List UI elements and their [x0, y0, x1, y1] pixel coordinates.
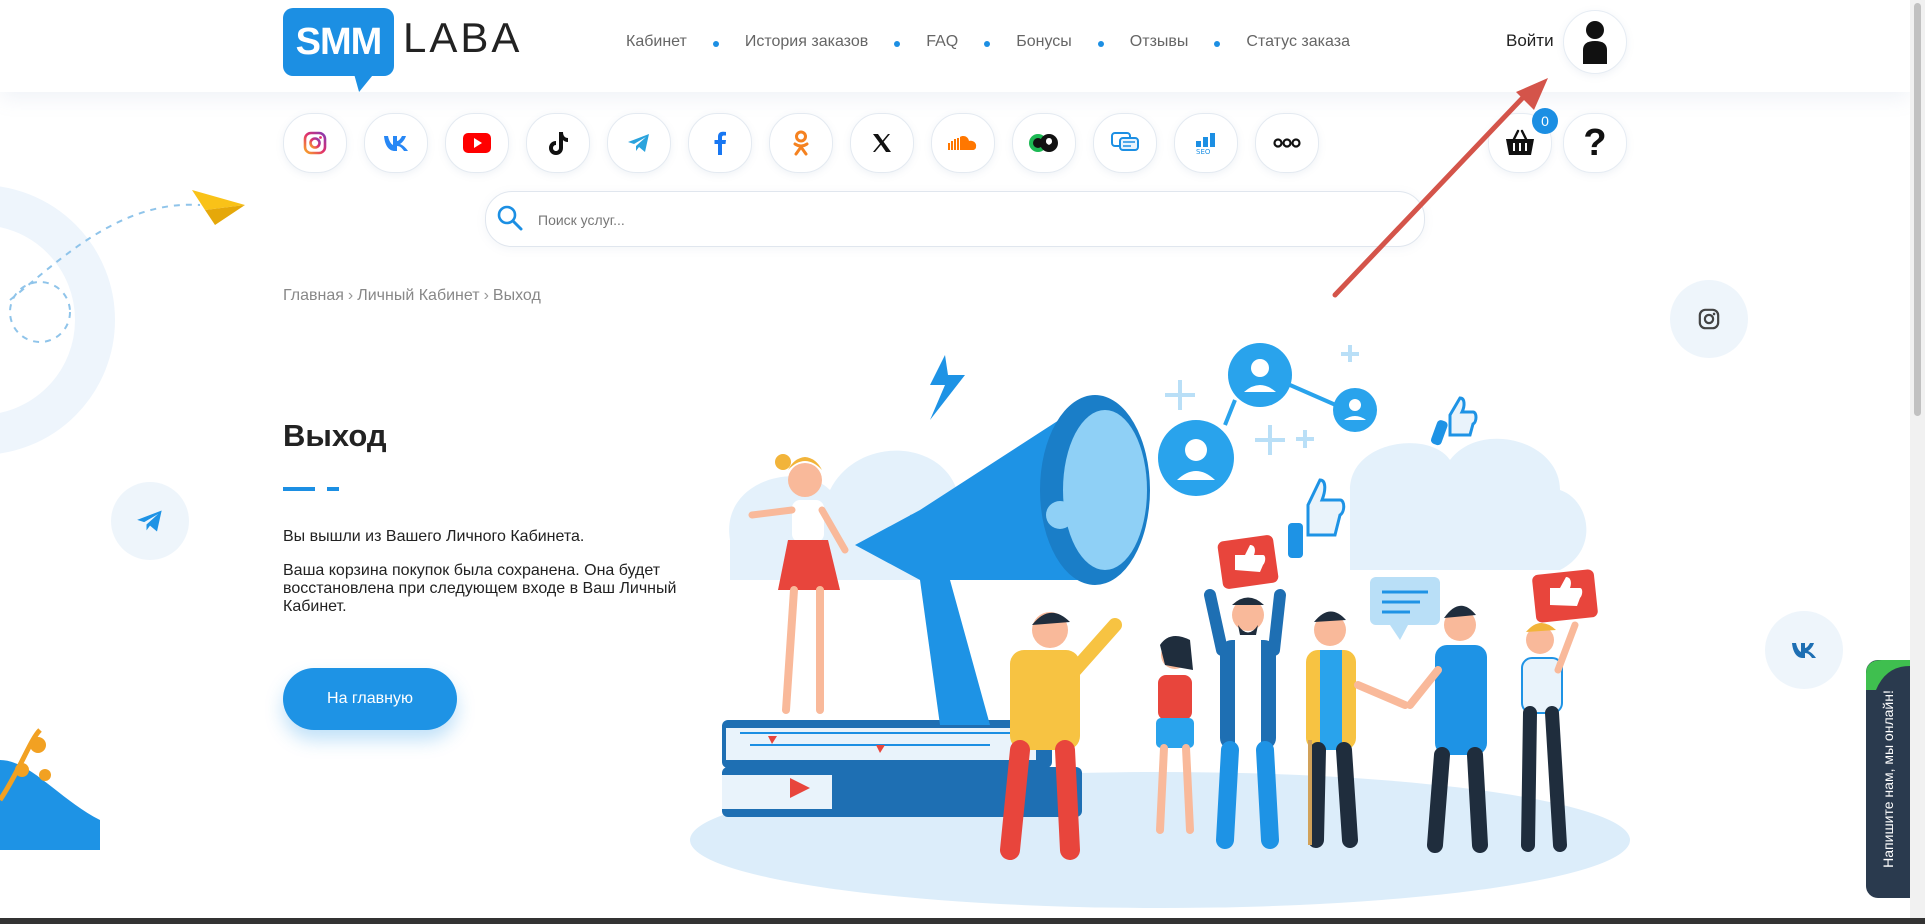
more-icon	[1273, 138, 1301, 148]
youtube-icon	[463, 133, 491, 153]
nav-separator	[894, 41, 901, 47]
user-icon	[1583, 21, 1607, 64]
service-vk-button[interactable]	[364, 113, 428, 173]
logo-tail	[349, 70, 377, 92]
nav-item-order-history[interactable]: История заказов	[745, 33, 868, 51]
service-telegram-button[interactable]	[607, 113, 671, 173]
nav-separator	[1214, 41, 1221, 47]
service-youtube-button[interactable]	[445, 113, 509, 173]
breadcrumb-separator: ›	[483, 287, 489, 304]
seo-icon: SEO	[1196, 133, 1215, 155]
service-more-button[interactable]	[1255, 113, 1319, 173]
x-icon	[873, 134, 891, 152]
nav-item-order-status[interactable]: Статус заказа	[1246, 33, 1350, 51]
nav-item-cabinet[interactable]: Кабинет	[626, 33, 687, 51]
account-button[interactable]	[1563, 10, 1627, 74]
breadcrumb-current: Выход	[492, 287, 541, 304]
floating-vk[interactable]	[1765, 611, 1843, 689]
marketing-illustration	[690, 343, 1630, 908]
breadcrumb-separator: ›	[347, 287, 354, 304]
social-service-bar: SEO	[283, 113, 1319, 173]
service-odnoklassniki-button[interactable]	[769, 113, 833, 173]
logo-wordmark: LABA	[403, 14, 523, 61]
vk-icon	[1792, 643, 1816, 658]
instagram-icon	[1698, 308, 1720, 330]
search-input[interactable]	[536, 207, 1400, 233]
chat-widget-label-wrap: Напишите нам, мы онлайн!	[1866, 660, 1910, 898]
help-icon: ?	[1583, 121, 1607, 164]
service-tiktok-button[interactable]	[526, 113, 590, 173]
service-chat-button[interactable]	[1093, 113, 1157, 173]
apple-music-icon	[1029, 134, 1058, 152]
home-button[interactable]: На главную	[283, 668, 457, 730]
svg-text:SEO: SEO	[1196, 148, 1211, 155]
search-icon	[497, 205, 523, 231]
nav-separator	[712, 41, 719, 47]
scrollbar-thumb[interactable]	[1914, 3, 1921, 416]
breadcrumb-home[interactable]: Главная	[283, 287, 344, 305]
annotation-arrow	[1332, 78, 1548, 298]
telegram-icon	[137, 510, 162, 532]
breadcrumb: Главная › Личный Кабинет › Выход	[283, 287, 541, 305]
instagram-icon	[303, 131, 327, 155]
service-facebook-button[interactable]	[688, 113, 752, 173]
site-logo[interactable]: SMM LABA	[283, 8, 519, 94]
breadcrumb-account[interactable]: Личный Кабинет	[357, 287, 479, 305]
service-seo-button[interactable]: SEO	[1174, 113, 1238, 173]
service-apple-music-button[interactable]	[1012, 113, 1076, 173]
floating-instagram[interactable]	[1670, 280, 1748, 358]
chat-widget-label: Напишите нам, мы онлайн!	[1880, 690, 1897, 868]
nav-separator	[1097, 41, 1104, 47]
chat-icon	[1111, 132, 1139, 151]
login-link[interactable]: Войти	[1506, 31, 1554, 51]
nav-separator	[984, 41, 991, 47]
floating-telegram[interactable]	[111, 482, 189, 560]
nav-item-bonuses[interactable]: Бонусы	[1016, 33, 1072, 51]
main-nav: Кабинет История заказов FAQ Бонусы Отзыв…	[626, 30, 1350, 54]
bottom-edge	[0, 918, 1925, 924]
search-bar	[485, 191, 1425, 247]
tiktok-icon	[549, 132, 568, 155]
nav-item-reviews[interactable]: Отзывы	[1130, 33, 1189, 51]
title-underline	[283, 487, 339, 491]
service-x-button[interactable]	[850, 113, 914, 173]
logout-message: Вы вышли из Вашего Личного Кабинета.	[283, 528, 585, 545]
facebook-icon	[714, 131, 726, 155]
page-title: Выход	[283, 418, 387, 453]
service-soundcloud-button[interactable]	[931, 113, 995, 173]
vk-icon	[384, 136, 408, 151]
odnoklassniki-icon	[793, 130, 809, 156]
nav-item-faq[interactable]: FAQ	[926, 33, 958, 51]
telegram-icon	[628, 134, 649, 152]
logo-mark: SMM	[283, 8, 394, 76]
service-instagram-button[interactable]	[283, 113, 347, 173]
soundcloud-icon	[948, 136, 977, 150]
cart-saved-message: Ваша корзина покупок была сохранена. Она…	[283, 562, 677, 615]
